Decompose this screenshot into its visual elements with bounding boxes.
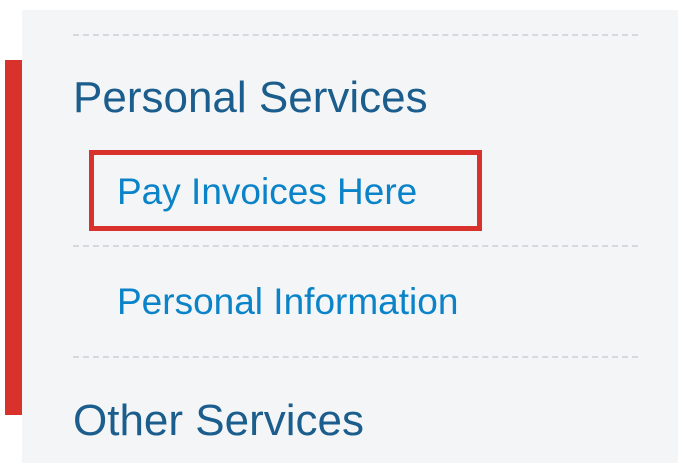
divider [73, 245, 638, 247]
accent-bar [5, 60, 22, 415]
section-heading-other-services: Other Services [73, 396, 364, 445]
divider [73, 356, 638, 358]
section-heading-personal-services: Personal Services [73, 73, 428, 122]
menu-item-pay-invoices[interactable]: Pay Invoices Here [117, 173, 417, 210]
divider [73, 34, 638, 36]
menu-item-personal-information[interactable]: Personal Information [117, 283, 458, 320]
